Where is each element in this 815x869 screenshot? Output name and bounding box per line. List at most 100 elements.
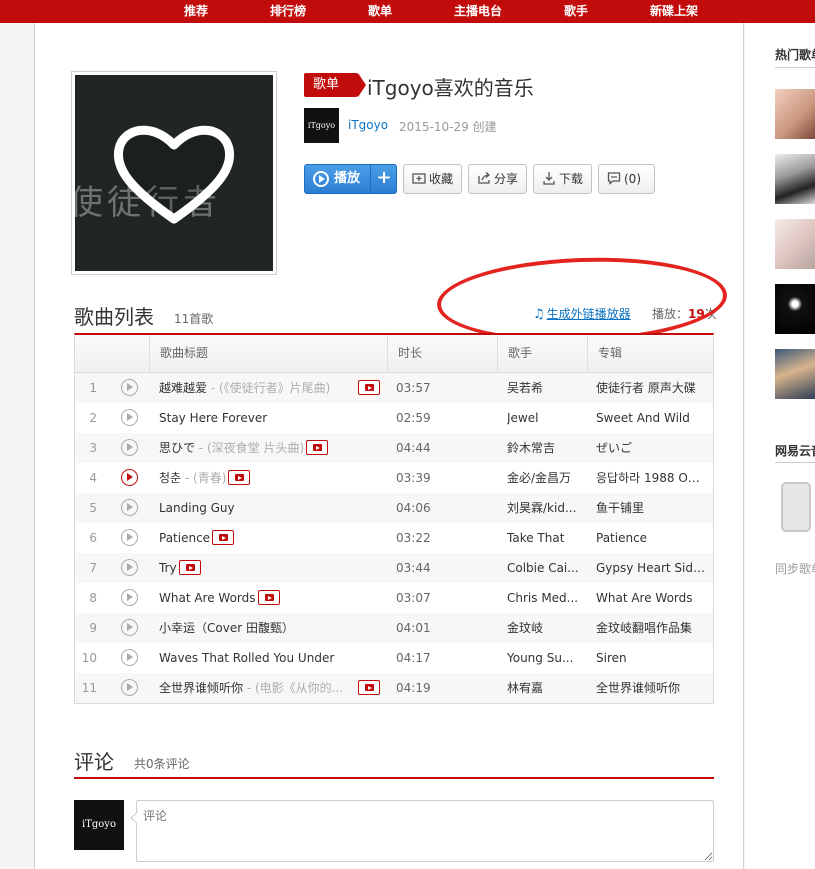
- song-alias: - (《使徒行者》片尾曲): [207, 381, 331, 395]
- song-album[interactable]: 金玟岐翻唱作品集: [596, 613, 706, 643]
- song-title[interactable]: Try: [159, 561, 177, 575]
- mv-icon[interactable]: [306, 440, 329, 455]
- song-title[interactable]: 小幸运（Cover 田馥甄）: [159, 621, 294, 635]
- song-artist[interactable]: Take That: [507, 523, 587, 553]
- song-album[interactable]: Sweet And Wild: [596, 403, 706, 433]
- song-artist[interactable]: Colbie Cai...: [507, 553, 587, 583]
- song-artist[interactable]: Young Su...: [507, 643, 587, 673]
- table-row[interactable]: 11 全世界谁倾听你 - (电影《从你的... 04:19 林宥嘉 全世界谁倾听你: [75, 673, 713, 703]
- table-row[interactable]: 7 Try 03:44 Colbie Cai... Gypsy Heart Side A: [75, 553, 713, 583]
- song-title[interactable]: 청춘: [159, 471, 181, 485]
- song-title[interactable]: Patience: [159, 531, 210, 545]
- song-artist[interactable]: Chris Med...: [507, 583, 587, 613]
- mv-icon[interactable]: [178, 560, 201, 575]
- play-button[interactable]: 播放 +: [304, 164, 397, 194]
- song-artist[interactable]: 金必/金昌万: [507, 463, 587, 493]
- play-circle-icon[interactable]: [121, 469, 138, 486]
- nav-playlists[interactable]: 歌单: [368, 2, 392, 19]
- song-artist[interactable]: Jewel: [507, 403, 587, 433]
- song-play-cell[interactable]: [121, 433, 141, 463]
- song-album[interactable]: Siren: [596, 643, 706, 673]
- play-circle-icon[interactable]: [121, 649, 138, 666]
- song-title[interactable]: What Are Words: [159, 591, 256, 605]
- play-circle-icon[interactable]: [121, 409, 138, 426]
- play-button-main[interactable]: 播放: [305, 165, 369, 193]
- table-row[interactable]: 5 Landing Guy 04:06 刘昊霖/kid... 鱼干铺里: [75, 493, 713, 523]
- comment-input[interactable]: [136, 800, 714, 862]
- song-title[interactable]: 思ひで: [159, 441, 195, 455]
- table-row[interactable]: 1 越难越爱 - (《使徒行者》片尾曲) 03:57 吴若希 使徒行者 原声大碟: [75, 373, 713, 403]
- comment-button[interactable]: (0): [598, 164, 655, 194]
- song-play-cell[interactable]: [121, 373, 141, 403]
- play-circle-icon[interactable]: [121, 439, 138, 456]
- song-title[interactable]: Waves That Rolled You Under: [159, 651, 334, 665]
- song-play-cell[interactable]: [121, 553, 141, 583]
- mv-icon[interactable]: [358, 680, 380, 695]
- nav-artists[interactable]: 歌手: [564, 2, 588, 19]
- song-artist[interactable]: 林宥嘉: [507, 673, 587, 703]
- song-artist[interactable]: 金玟岐: [507, 613, 587, 643]
- song-album[interactable]: 使徒行者 原声大碟: [596, 373, 706, 403]
- add-to-queue-button[interactable]: +: [370, 165, 397, 193]
- song-title[interactable]: 全世界谁倾听你: [159, 681, 243, 695]
- song-title[interactable]: 越难越爱: [159, 381, 207, 395]
- nav-recommend[interactable]: 推荐: [184, 2, 208, 19]
- song-album[interactable]: 全世界谁倾听你: [596, 673, 706, 703]
- song-play-cell[interactable]: [121, 463, 141, 493]
- nav-new-albums[interactable]: 新碟上架: [650, 2, 698, 19]
- song-album[interactable]: ぜいご: [596, 433, 706, 463]
- song-album[interactable]: 鱼干铺里: [596, 493, 706, 523]
- table-row[interactable]: 6 Patience 03:22 Take That Patience: [75, 523, 713, 553]
- table-row[interactable]: 9 小幸运（Cover 田馥甄） 04:01 金玟岐 金玟岐翻唱作品集: [75, 613, 713, 643]
- download-button[interactable]: 下载: [533, 164, 592, 194]
- nav-charts[interactable]: 排行榜: [270, 2, 306, 19]
- play-circle-icon[interactable]: [121, 679, 138, 696]
- song-title[interactable]: Landing Guy: [159, 501, 235, 515]
- song-play-cell[interactable]: [121, 583, 141, 613]
- song-album[interactable]: 응답하라 1988 OS...: [596, 463, 706, 493]
- song-artist[interactable]: 鈴木常吉: [507, 433, 587, 463]
- song-alias: - (深夜食堂 片头曲): [195, 441, 305, 455]
- song-album[interactable]: Patience: [596, 523, 706, 553]
- hot-playlist-thumb-2[interactable]: [775, 154, 815, 204]
- table-row[interactable]: 10 Waves That Rolled You Under 04:17 Young …: [75, 643, 713, 673]
- song-artist[interactable]: 吴若希: [507, 373, 587, 403]
- mv-icon[interactable]: [358, 380, 380, 395]
- play-circle-icon[interactable]: [121, 589, 138, 606]
- song-play-cell[interactable]: [121, 673, 141, 703]
- play-circle-icon[interactable]: [121, 529, 138, 546]
- creator-avatar[interactable]: iTgoyo: [304, 108, 339, 143]
- play-circle-icon[interactable]: [121, 619, 138, 636]
- play-circle-icon[interactable]: [121, 499, 138, 516]
- nav-radio[interactable]: 主播电台: [454, 2, 502, 19]
- song-play-cell[interactable]: [121, 493, 141, 523]
- table-row[interactable]: 4 청춘 - (青春) 03:39 金必/金昌万 응답하라 1988 OS...: [75, 463, 713, 493]
- collect-button[interactable]: 收藏: [403, 164, 462, 194]
- share-button[interactable]: 分享: [468, 164, 527, 194]
- hot-playlist-thumb-1[interactable]: [775, 89, 815, 139]
- table-row[interactable]: 8 What Are Words 03:07 Chris Med... What Are…: [75, 583, 713, 613]
- outchain-player-link[interactable]: ♫ 生成外链播放器: [533, 305, 631, 322]
- creator-name-link[interactable]: iTgoyo: [348, 118, 388, 132]
- hot-playlist-thumb-5[interactable]: [775, 349, 815, 399]
- song-play-cell[interactable]: [121, 523, 141, 553]
- song-title[interactable]: Stay Here Forever: [159, 411, 267, 425]
- play-count-label: 播放：: [652, 307, 689, 321]
- hot-playlist-thumb-3[interactable]: [775, 219, 815, 269]
- mv-icon[interactable]: [257, 590, 280, 605]
- play-circle-icon[interactable]: [121, 379, 138, 396]
- table-row[interactable]: 2 Stay Here Forever 02:59 Jewel Sweet And Wi…: [75, 403, 713, 433]
- song-artist[interactable]: 刘昊霖/kid...: [507, 493, 587, 523]
- mv-icon[interactable]: [228, 470, 251, 485]
- mv-icon[interactable]: [212, 530, 235, 545]
- song-album[interactable]: Gypsy Heart Side A: [596, 553, 706, 583]
- share-icon: [478, 172, 491, 184]
- song-play-cell[interactable]: [121, 643, 141, 673]
- song-album[interactable]: What Are Words: [596, 583, 706, 613]
- table-row[interactable]: 3 思ひで - (深夜食堂 片头曲) 04:44 鈴木常吉 ぜいご: [75, 433, 713, 463]
- song-play-cell[interactable]: [121, 403, 141, 433]
- hot-playlist-thumb-4[interactable]: [775, 284, 815, 334]
- play-circle-icon[interactable]: [121, 559, 138, 576]
- song-title-cell: Patience: [159, 523, 387, 553]
- song-play-cell[interactable]: [121, 613, 141, 643]
